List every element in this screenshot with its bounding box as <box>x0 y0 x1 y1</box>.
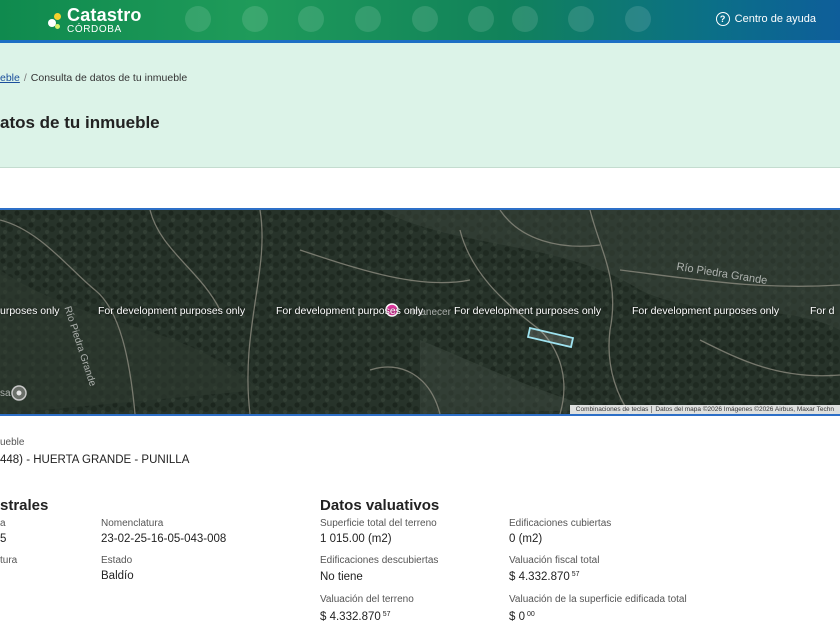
valuacion-fiscal-amount: $ 4.332.870 <box>509 571 570 583</box>
map-watermark: urposes only <box>0 305 60 317</box>
brand-title: Catastro <box>67 5 142 25</box>
header-decoration <box>468 6 494 32</box>
property-address: 448) - HUERTA GRANDE - PUNILLA <box>0 454 190 466</box>
spacer <box>0 168 840 208</box>
catastral-section-title: strales <box>0 497 49 514</box>
help-center-label: Centro de ayuda <box>734 13 816 25</box>
edificaciones-descubiertas-value: No tiene <box>320 571 363 583</box>
valuacion-edificada-cents: 00 <box>527 611 535 618</box>
map-data-credit: Datos del mapa ©2026 Imágenes ©2026 Airb… <box>651 406 837 413</box>
map-watermark: For development purposes only <box>632 305 780 317</box>
valuativos-section-title: Datos valuativos <box>320 497 440 514</box>
valuacion-fiscal-label: Valuación fiscal total <box>509 555 600 566</box>
top-header: Catastro CÓRDOBA ? Centro de ayuda <box>0 0 840 42</box>
catastral-field-label: a <box>0 518 6 529</box>
edificaciones-cubiertas-value: 0 (m2) <box>509 533 543 545</box>
page-title: atos de tu inmueble <box>0 113 160 132</box>
header-decoration <box>568 6 594 32</box>
valuacion-fiscal-value: $ 4.332.870 57 <box>509 571 580 583</box>
header-decoration <box>412 6 438 32</box>
edificaciones-cubiertas-label: Edificaciones cubiertas <box>509 518 612 529</box>
catastral-field-label: tura <box>0 555 18 566</box>
header-decoration <box>298 6 324 32</box>
map-watermark: For development purposes only <box>454 305 602 317</box>
valuacion-terreno-value: $ 4.332.870 57 <box>320 611 391 623</box>
valuacion-fiscal-cents: 57 <box>571 571 580 578</box>
estado-value: Baldío <box>101 570 134 582</box>
map-attribution: Combinaciones de teclas Datos del mapa ©… <box>569 405 840 414</box>
satellite-map[interactable]: Río Piedra Grande Río Piedra Grande mane… <box>0 208 840 416</box>
breadcrumb-separator: / <box>23 72 27 84</box>
brand-subtitle: CÓRDOBA <box>67 24 122 35</box>
valuacion-edificada-label: Valuación de la superficie edificada tot… <box>509 594 687 605</box>
estado-label: Estado <box>101 555 133 566</box>
help-center-link[interactable]: ? Centro de ayuda <box>715 12 816 26</box>
header-decoration <box>512 6 538 32</box>
question-circle-icon: ? <box>715 12 730 26</box>
valuacion-terreno-label: Valuación del terreno <box>320 594 414 605</box>
breadcrumb-parent-link[interactable]: eble <box>0 72 20 84</box>
header-decoration <box>242 6 268 32</box>
edificaciones-descubiertas-label: Edificaciones descubiertas <box>320 555 439 566</box>
valuacion-edificada-value: $ 0 00 <box>509 611 535 623</box>
map-watermark: For development purposes only <box>276 305 424 317</box>
map-watermark: For development purposes only <box>98 305 246 317</box>
logo-dots-icon <box>46 10 62 32</box>
page-hero: eble / Consulta de datos de tu inmueble at… <box>0 43 840 168</box>
property-label: ueble <box>0 437 25 448</box>
valuacion-terreno-cents: 57 <box>382 611 391 618</box>
catastro-logo[interactable]: Catastro CÓRDOBA <box>46 6 142 35</box>
breadcrumb: eble / Consulta de datos de tu inmueble <box>0 72 187 84</box>
valuacion-edificada-amount: $ 0 <box>509 611 525 623</box>
map-label-small: sa <box>0 388 11 399</box>
map-watermark: For d <box>810 305 835 317</box>
superficie-terreno-value: 1 015.00 (m2) <box>320 533 392 545</box>
nomenclatura-value: 23-02-25-16-05-043-008 <box>101 533 227 545</box>
keyboard-shortcuts-link[interactable]: Combinaciones de teclas <box>573 406 652 413</box>
header-decoration <box>355 6 381 32</box>
nomenclatura-label: Nomenclatura <box>101 518 164 529</box>
catastral-field-value: 5 <box>0 533 7 545</box>
header-decoration <box>625 6 651 32</box>
header-decoration <box>185 6 211 32</box>
valuacion-terreno-amount: $ 4.332.870 <box>320 611 381 623</box>
breadcrumb-current: Consulta de datos de tu inmueble <box>30 72 188 84</box>
superficie-terreno-label: Superficie total del terreno <box>320 518 437 529</box>
